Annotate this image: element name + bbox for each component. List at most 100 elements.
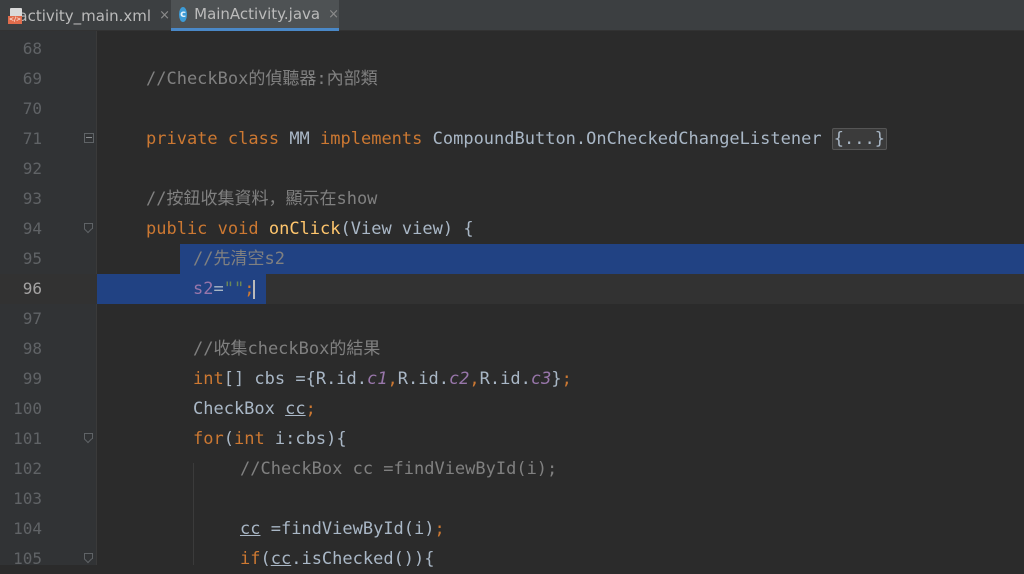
code-token: ,: [387, 369, 398, 389]
code-token: cc: [270, 549, 292, 569]
code-text: if(cc.isChecked()){: [240, 544, 435, 574]
code-line[interactable]: 68: [0, 34, 1024, 64]
tab-label: MainActivity.java: [194, 5, 321, 23]
code-token: R.id.: [397, 369, 449, 389]
code-token: private: [146, 129, 228, 149]
code-token: for: [193, 429, 224, 449]
indent-guide: [193, 463, 194, 565]
line-number: 102: [13, 459, 42, 478]
text-caret: [253, 279, 256, 299]
line-number: 100: [13, 399, 42, 418]
code-line[interactable]: 92: [0, 154, 1024, 184]
tab-activity-main-xml[interactable]: </> activity_main.xml ×: [0, 0, 170, 31]
code-line[interactable]: 99 int[] cbs ={R.id.c1,R.id.c2,R.id.c3};: [0, 364, 1024, 394]
line-number: 103: [13, 489, 42, 508]
code-line[interactable]: 103: [0, 484, 1024, 514]
code-token: //收集checkBox的結果: [193, 339, 381, 359]
code-token: i:cbs){: [274, 429, 347, 449]
line-number: 97: [22, 309, 42, 328]
code-line[interactable]: 100 CheckBox cc;: [0, 394, 1024, 424]
tab-label: activity_main.xml: [18, 6, 152, 25]
code-token: //CheckBox的偵聽器:內部類: [146, 69, 378, 89]
line-number: 69: [22, 69, 42, 88]
code-token: (: [260, 549, 271, 569]
line-number: 94: [22, 219, 42, 238]
code-token: ;: [434, 519, 445, 539]
code-token: //按鈕收集資料，顯示在show: [146, 189, 378, 209]
selection-highlight: [180, 244, 1024, 274]
code-token: if: [240, 549, 261, 569]
code-token: (View view) {: [340, 219, 474, 239]
code-token: MM: [289, 129, 321, 149]
code-token: c3: [530, 369, 552, 389]
folded-code-region[interactable]: {...}: [831, 128, 887, 150]
java-class-icon: c: [179, 6, 188, 22]
code-token: public: [146, 219, 218, 239]
code-text: //CheckBox的偵聽器:內部類: [146, 64, 378, 94]
code-token: (: [223, 429, 234, 449]
code-token: }: [551, 369, 562, 389]
code-text: //按鈕收集資料，顯示在show: [146, 184, 377, 214]
code-token: class: [227, 129, 290, 149]
code-line[interactable]: 97: [0, 304, 1024, 334]
xml-file-icon: </>: [8, 7, 22, 24]
code-line[interactable]: 96 s2="";: [0, 274, 1024, 304]
line-number: 99: [22, 369, 42, 388]
line-number: 95: [22, 249, 42, 268]
close-icon[interactable]: ×: [328, 7, 339, 22]
tab-main-activity-java[interactable]: c MainActivity.java ×: [171, 0, 339, 31]
code-text: int[] cbs ={R.id.c1,R.id.c2,R.id.c3};: [193, 364, 572, 394]
code-token: //CheckBox cc =findViewById(i);: [240, 459, 558, 479]
line-number: 96: [22, 279, 42, 298]
line-number: 71: [22, 129, 42, 148]
code-line[interactable]: 93 //按鈕收集資料，顯示在show: [0, 184, 1024, 214]
code-text: public void onClick(View view) {: [146, 214, 474, 244]
editor-tab-bar: </> activity_main.xml × c MainActivity.j…: [0, 0, 1024, 31]
collapse-fold-icon[interactable]: [84, 553, 94, 563]
code-token: "": [223, 279, 245, 299]
collapse-fold-icon[interactable]: [84, 433, 94, 443]
code-token: s2: [193, 279, 214, 299]
close-icon[interactable]: ×: [159, 8, 170, 23]
code-line[interactable]: 95 //先清空s2: [0, 244, 1024, 274]
code-token: CompoundButton.OnCheckedChangeListener: [432, 129, 832, 149]
code-token: implements: [320, 129, 433, 149]
code-token: int: [193, 369, 224, 389]
line-number: 70: [22, 99, 42, 118]
code-token: =: [213, 279, 224, 299]
code-line[interactable]: 105 if(cc.isChecked()){: [0, 544, 1024, 574]
code-token: int: [233, 429, 275, 449]
code-token: [] cbs ={R.id.: [223, 369, 368, 389]
code-token: ;: [305, 399, 316, 419]
collapse-fold-icon[interactable]: [84, 223, 94, 233]
code-line[interactable]: 69 //CheckBox的偵聽器:內部類: [0, 64, 1024, 94]
code-text: //CheckBox cc =findViewById(i);: [240, 454, 557, 484]
code-token: cc: [240, 519, 261, 539]
code-line[interactable]: 102 //CheckBox cc =findViewById(i);: [0, 454, 1024, 484]
line-number: 92: [22, 159, 42, 178]
code-line[interactable]: 101 for(int i:cbs){: [0, 424, 1024, 454]
code-token: //先清空s2: [193, 249, 285, 269]
code-editor[interactable]: 68 69 //CheckBox的偵聽器:內部類 70 71 private class …: [0, 31, 1024, 569]
expand-fold-icon[interactable]: [84, 133, 94, 143]
code-text: private class MM implements CompoundButt…: [146, 124, 887, 154]
code-token: CheckBox: [193, 399, 286, 419]
code-text: cc =findViewById(i);: [240, 514, 445, 544]
code-text: s2="";: [193, 274, 256, 304]
code-line[interactable]: 71 private class MM implements CompoundBu…: [0, 124, 1024, 154]
code-line[interactable]: 104 cc =findViewById(i);: [0, 514, 1024, 544]
code-text: CheckBox cc;: [193, 394, 316, 424]
code-text: for(int i:cbs){: [193, 424, 347, 454]
code-token: cc: [285, 399, 306, 419]
code-token: .isChecked()){: [291, 549, 435, 569]
code-token: void: [217, 219, 269, 239]
line-number: 93: [22, 189, 42, 208]
code-line[interactable]: 70: [0, 94, 1024, 124]
line-number: 105: [13, 549, 42, 568]
code-token: ,: [469, 369, 480, 389]
line-number: 104: [13, 519, 42, 538]
code-token: c1: [367, 369, 388, 389]
code-line[interactable]: 94 public void onClick(View view) {: [0, 214, 1024, 244]
line-number: 101: [13, 429, 42, 448]
code-line[interactable]: 98 //收集checkBox的結果: [0, 334, 1024, 364]
